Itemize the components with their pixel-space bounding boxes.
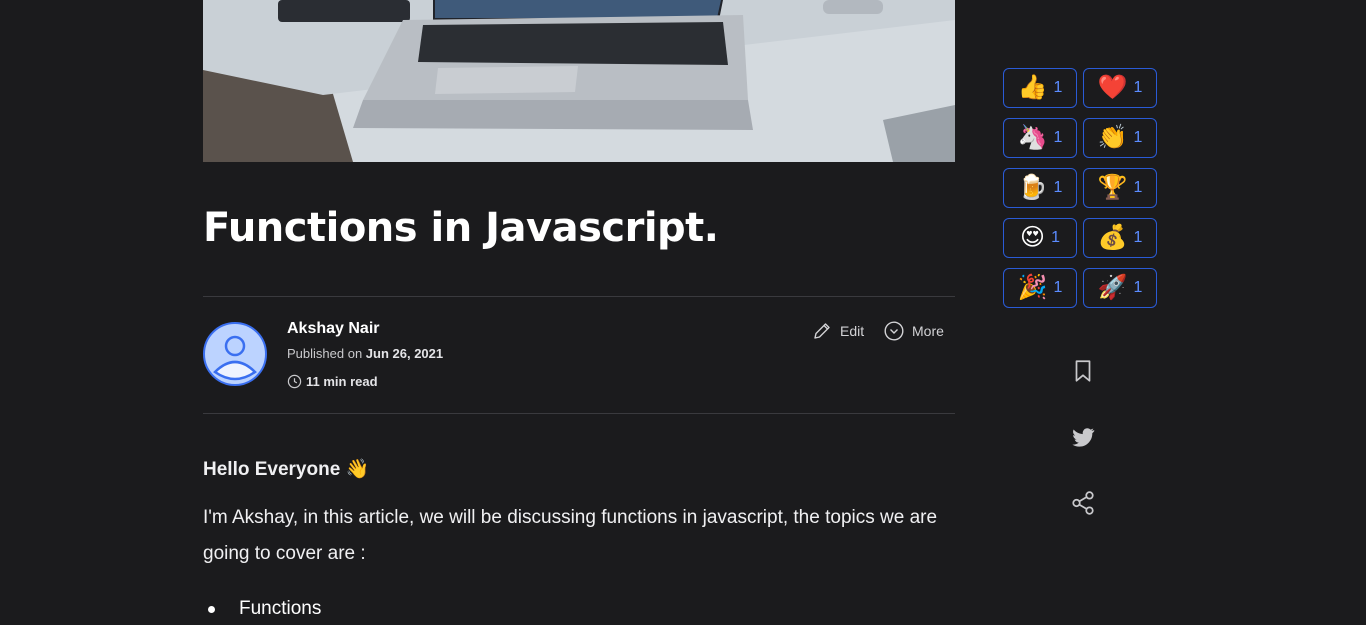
rocket-icon: 🚀 [1097, 274, 1128, 301]
edit-label: Edit [840, 323, 865, 339]
reaction-heart[interactable]: ❤️ 1 [1083, 68, 1157, 108]
cover-image [203, 0, 955, 162]
heart-icon: ❤️ [1097, 74, 1128, 101]
thumbs-up-icon: 👍 [1017, 74, 1048, 101]
intro-paragraph: I'm Akshay, in this article, we will be … [203, 507, 938, 564]
clock-icon [287, 374, 302, 389]
greeting: Hello Everyone 👋 [203, 459, 370, 480]
money-bag-icon: 💰 [1097, 224, 1128, 251]
party-icon: 🎉 [1017, 274, 1048, 301]
author-name[interactable]: Akshay Nair [287, 320, 380, 338]
clap-icon: 👏 [1097, 124, 1128, 151]
reaction-count: 1 [1133, 129, 1143, 146]
reaction-unicorn[interactable]: 🦄 1 [1003, 118, 1077, 158]
heart-eyes-icon: 😍 [1020, 224, 1046, 251]
reaction-money-bag[interactable]: 💰 1 [1083, 218, 1157, 258]
twitter-icon[interactable] [1070, 424, 1096, 450]
reaction-heart-eyes[interactable]: 😍 1 [1003, 218, 1077, 258]
avatar[interactable] [203, 322, 267, 386]
reaction-count: 1 [1133, 229, 1143, 246]
bullet-dot [208, 605, 215, 613]
reaction-rocket[interactable]: 🚀 1 [1083, 268, 1157, 308]
list-item-label: Functions [239, 598, 322, 619]
beer-icon: 🍺 [1017, 174, 1048, 201]
trophy-icon: 🏆 [1097, 174, 1128, 201]
edit-button[interactable]: Edit [812, 321, 864, 341]
read-time: 11 min read [287, 374, 378, 389]
reaction-trophy[interactable]: 🏆 1 [1083, 168, 1157, 208]
published-info: Published on Jun 26, 2021 [287, 346, 443, 361]
published-prefix: Published on [287, 346, 363, 361]
reaction-count: 1 [1053, 129, 1063, 146]
list-item: Functions [203, 598, 321, 620]
more-button[interactable]: More [884, 321, 944, 341]
unicorn-icon: 🦄 [1017, 124, 1048, 151]
reaction-count: 1 [1133, 279, 1143, 296]
reaction-count: 1 [1133, 79, 1143, 96]
reaction-count: 1 [1053, 179, 1063, 196]
pencil-icon [814, 323, 830, 339]
reaction-thumbs-up[interactable]: 👍 1 [1003, 68, 1077, 108]
reaction-count: 1 [1133, 179, 1143, 196]
reaction-clap[interactable]: 👏 1 [1083, 118, 1157, 158]
reaction-count: 1 [1053, 279, 1063, 296]
reaction-beer[interactable]: 🍺 1 [1003, 168, 1077, 208]
reaction-count: 1 [1051, 229, 1060, 246]
share-icon[interactable] [1070, 490, 1096, 516]
bookmark-icon[interactable] [1070, 358, 1096, 384]
read-time-label: 11 min read [306, 374, 378, 389]
reaction-count: 1 [1053, 79, 1063, 96]
reaction-party[interactable]: 🎉 1 [1003, 268, 1077, 308]
chevron-down-circle-icon [884, 321, 904, 341]
more-label: More [912, 323, 944, 339]
article-title: Functions in Javascript. [203, 205, 719, 251]
divider-top [203, 296, 955, 297]
divider-bottom [203, 413, 955, 414]
published-date: Jun 26, 2021 [365, 346, 444, 361]
